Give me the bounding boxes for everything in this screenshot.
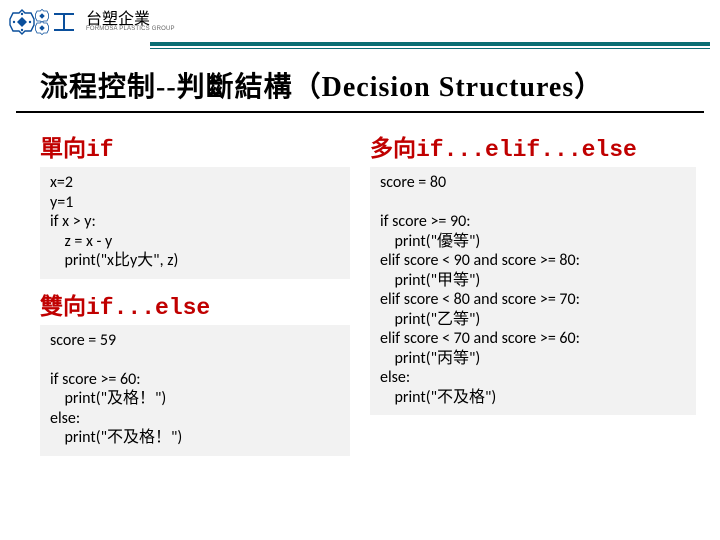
logo-block: 台塑企業 FORMOSA PLASTICS GROUP [8,7,175,37]
slide-title: 流程控制--判斷結構（Decision Structures） [16,49,704,113]
slide: 台塑企業 FORMOSA PLASTICS GROUP 流程控制--判斷結構（D… [0,0,720,540]
code-if-else: score = 59 if score >= 60: print("及格！") … [40,325,350,456]
header-divider [0,42,720,49]
heading-single-if: 單向if [40,129,350,163]
code-single-if: x=2 y=1 if x > y: z = x - y print("x比y大"… [40,167,350,279]
header: 台塑企業 FORMOSA PLASTICS GROUP [0,0,720,40]
content: 單向if x=2 y=1 if x > y: z = x - y print("… [0,119,720,464]
brand-name-en: FORMOSA PLASTICS GROUP [86,26,175,32]
left-column: 單向if x=2 y=1 if x > y: z = x - y print("… [40,123,350,464]
code-if-elif-else: score = 80 if score >= 90: print("優等") e… [370,167,696,415]
heading-if-elif-else: 多向if...elif...else [370,129,696,163]
heading-if-else: 雙向if...else [40,287,350,321]
right-column: 多向if...elif...else score = 80 if score >… [370,123,696,464]
brand-text: 台塑企業 FORMOSA PLASTICS GROUP [86,12,175,32]
company-logo-icon [8,7,80,37]
